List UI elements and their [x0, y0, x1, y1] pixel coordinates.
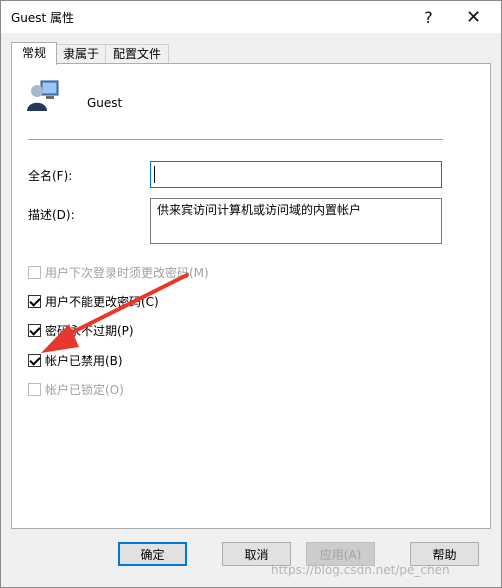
checkbox[interactable]	[28, 295, 41, 308]
checkbox[interactable]	[28, 324, 41, 337]
tab-general[interactable]: 常规	[11, 42, 57, 65]
option-label: 密码永不过期(P)	[45, 324, 134, 338]
close-icon[interactable]: ✕	[451, 1, 496, 33]
option-account-locked[interactable]: 帐户已锁定(O)	[28, 381, 124, 398]
user-icon	[27, 80, 59, 111]
separator	[28, 139, 443, 140]
option-password-never-expires[interactable]: 密码永不过期(P)	[28, 322, 134, 339]
option-label: 用户不能更改密码(C)	[45, 295, 159, 309]
option-account-disabled[interactable]: 帐户已禁用(B)	[28, 352, 123, 369]
fullname-label: 全名(F):	[28, 169, 73, 183]
watermark: https://blog.csdn.net/pe_chen	[271, 563, 450, 577]
option-label: 帐户已禁用(B)	[45, 354, 123, 368]
option-label: 帐户已锁定(O)	[45, 383, 124, 397]
guest-properties-dialog: Guest 属性 ? ✕ 常规 隶属于 配置文件 Guest 全名(F): 描述…	[0, 0, 502, 588]
option-must-change-password[interactable]: 用户下次登录时须更改密码(M)	[28, 264, 209, 281]
fullname-input[interactable]	[150, 161, 442, 188]
tab-member-of[interactable]: 隶属于	[55, 44, 107, 64]
title-bar: Guest 属性 ? ✕	[1, 1, 501, 33]
option-cannot-change-password[interactable]: 用户不能更改密码(C)	[28, 293, 159, 310]
description-label: 描述(D):	[28, 208, 75, 222]
text-caret	[154, 166, 155, 183]
account-name: Guest	[87, 96, 123, 110]
checkbox[interactable]	[28, 266, 41, 279]
ok-button[interactable]: 确定	[118, 542, 187, 566]
checkbox[interactable]	[28, 354, 41, 367]
general-tab-panel: Guest 全名(F): 描述(D): 供来宾访问计算机或访问域的内置帐户 用户…	[11, 63, 491, 529]
description-input[interactable]: 供来宾访问计算机或访问域的内置帐户	[150, 198, 442, 244]
help-icon[interactable]: ?	[406, 1, 451, 33]
option-label: 用户下次登录时须更改密码(M)	[45, 266, 209, 280]
checkbox[interactable]	[28, 383, 41, 396]
window-title: Guest 属性	[11, 11, 75, 25]
tab-profile[interactable]: 配置文件	[105, 44, 169, 64]
